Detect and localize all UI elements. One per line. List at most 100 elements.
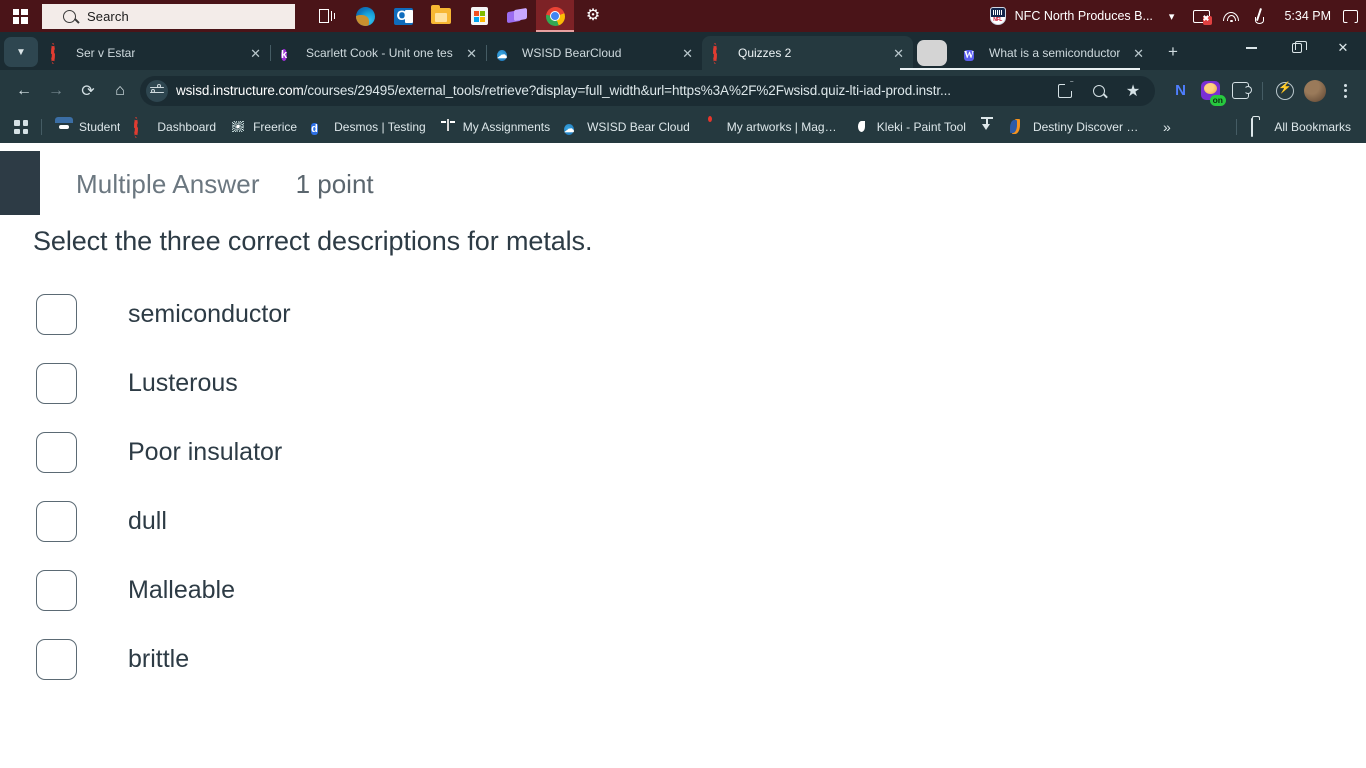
bookmark-apps-button[interactable]: [8, 114, 34, 140]
tab-close-icon[interactable]: ✕: [1129, 47, 1144, 60]
answer-label: brittle: [128, 644, 190, 673]
bookmark-label: Kleki - Paint Tool: [876, 120, 966, 134]
tab-close-icon[interactable]: ✕: [889, 47, 904, 60]
close-icon: ✕: [1337, 40, 1349, 55]
site-settings-icon[interactable]: [146, 79, 168, 102]
star-icon: ★: [1125, 82, 1141, 100]
taskbar-clock[interactable]: 5:34 PM: [1276, 9, 1339, 23]
answer-label: Malleable: [128, 575, 236, 604]
open-in-new-button[interactable]: [1049, 75, 1081, 107]
answer-choice-3[interactable]: dull: [36, 498, 1366, 544]
back-button[interactable]: ←: [8, 75, 40, 107]
browser-tab-1[interactable]: k Scarlett Cook - Unit one tes ✕: [270, 36, 486, 70]
browser-tab-4[interactable]: W What is a semiconductor? S ✕: [953, 36, 1153, 70]
browser-tab-2[interactable]: ☁ WSISD BearCloud ✕: [486, 36, 702, 70]
minimize-button[interactable]: [1228, 32, 1274, 64]
answer-checkbox[interactable]: [36, 500, 77, 542]
answer-checkbox[interactable]: [36, 431, 77, 473]
maximize-button[interactable]: [1274, 32, 1320, 64]
downloads-icon: [980, 117, 996, 135]
clipchamp-icon: [507, 7, 527, 24]
answer-checkbox[interactable]: [36, 362, 77, 404]
reload-button[interactable]: ⟳: [72, 75, 104, 107]
taskbar-news-title: NFC North Produces B...: [1014, 9, 1153, 23]
answer-choice-4[interactable]: Malleable: [36, 567, 1366, 613]
zoom-button[interactable]: [1083, 75, 1115, 107]
wifi-icon[interactable]: [1223, 10, 1240, 23]
profile-button[interactable]: [1302, 78, 1328, 104]
tab-close-icon[interactable]: ✕: [462, 47, 477, 60]
extensions-menu-button[interactable]: [1227, 78, 1253, 104]
task-view-button[interactable]: [308, 0, 346, 32]
monitor-disconnected-icon[interactable]: ✖: [1193, 9, 1213, 25]
bookmark-desmos[interactable]: d Desmos | Testing: [304, 116, 433, 138]
bookmarks-divider: [41, 119, 42, 135]
grammarly-extension-button[interactable]: on: [1197, 78, 1226, 106]
taskbar-settings-button[interactable]: ⚙: [574, 0, 612, 32]
tab-close-icon[interactable]: ✕: [678, 47, 693, 60]
taskbar-search-input[interactable]: Search: [42, 3, 295, 29]
nordvpn-extension-button[interactable]: N: [1167, 78, 1193, 104]
taskbar-clipchamp-button[interactable]: [498, 0, 536, 32]
taskbar-edge-button[interactable]: [346, 0, 384, 32]
honey-extension-button[interactable]: [1272, 78, 1298, 104]
forward-button[interactable]: →: [40, 75, 72, 107]
honey-extension-icon: [1276, 81, 1294, 100]
address-bar[interactable]: wsisd.instructure.com/courses/29495/exte…: [140, 75, 1155, 107]
answer-choice-2[interactable]: Poor insulator: [36, 429, 1366, 475]
student-icon: [56, 119, 72, 135]
bookmark-student[interactable]: Student: [49, 116, 127, 138]
close-window-button[interactable]: ✕: [1320, 32, 1366, 64]
tab-close-icon[interactable]: ✕: [246, 47, 261, 60]
bookmarks-overflow-button[interactable]: »: [1153, 116, 1181, 138]
toolbar-divider: [1262, 81, 1263, 100]
taskbar-app-icons: ⚙: [308, 0, 612, 32]
bookmark-wsisd-bear-cloud[interactable]: ☁ WSISD Bear Cloud: [557, 116, 697, 138]
taskbar-store-button[interactable]: [460, 0, 498, 32]
notification-icon[interactable]: [1343, 9, 1358, 28]
bookmark-dashboard[interactable]: Dashboard: [127, 116, 223, 138]
taskbar-news-widget[interactable]: NFC North Produces B...: [986, 7, 1159, 25]
bookmark-downloads[interactable]: [973, 116, 1003, 138]
canvas-icon: [713, 43, 729, 64]
question-points-label: 1 point: [295, 169, 374, 199]
taskbar-right-region: NFC North Produces B... ▾ ✖ 5:34 PM: [986, 0, 1366, 32]
bookmark-kleki[interactable]: Kleki - Paint Tool: [847, 116, 973, 138]
answer-choice-0[interactable]: semiconductor: [36, 291, 1366, 337]
file-explorer-icon: [431, 5, 451, 24]
start-button[interactable]: [0, 0, 40, 32]
answer-choice-1[interactable]: Lusterous: [36, 360, 1366, 406]
search-icon: [63, 9, 76, 23]
kami-icon: k: [281, 49, 288, 61]
tab-title: What is a semiconductor? S: [989, 46, 1121, 60]
tab-group-placeholder[interactable]: [917, 40, 947, 66]
taskbar-file-explorer-button[interactable]: [422, 0, 460, 32]
answer-checkbox[interactable]: [36, 293, 77, 335]
bookmark-label: Desmos | Testing: [334, 120, 426, 134]
all-bookmarks-button[interactable]: All Bookmarks: [1244, 116, 1358, 138]
tray-expand-button[interactable]: ▾: [1159, 10, 1185, 23]
chrome-menu-button[interactable]: [1332, 78, 1358, 104]
answer-choice-5[interactable]: brittle: [36, 636, 1366, 682]
bookmark-destiny-discover[interactable]: Destiny Discover Ho...: [1003, 116, 1153, 138]
answer-checkbox[interactable]: [36, 569, 77, 611]
bookmark-freerice[interactable]: Freerice: [223, 116, 304, 138]
bookmark-my-assignments[interactable]: My Assignments: [433, 116, 557, 138]
address-bar-url: wsisd.instructure.com/courses/29495/exte…: [176, 83, 1049, 98]
tab-search-button[interactable]: ▼: [4, 37, 38, 67]
forward-arrow-icon: →: [48, 81, 64, 99]
taskbar-chrome-button[interactable]: [536, 0, 574, 32]
browser-tab-3-active[interactable]: Quizzes 2 ✕: [702, 36, 913, 70]
bookmark-magma[interactable]: My artworks | Magma: [697, 116, 847, 138]
reload-icon: ⟳: [81, 82, 95, 100]
settings-gear-icon: ⚙: [585, 7, 601, 24]
home-button[interactable]: ⌂: [104, 75, 136, 107]
bookmark-star-button[interactable]: ★: [1117, 75, 1149, 107]
new-tab-button[interactable]: +: [1159, 38, 1187, 66]
nordvpn-extension-icon: N: [1175, 82, 1186, 99]
zoom-icon: [1093, 84, 1105, 97]
answer-checkbox[interactable]: [36, 638, 77, 680]
browser-tab-0[interactable]: Ser v Estar ✕: [40, 36, 270, 70]
pen-icon[interactable]: [1253, 8, 1267, 24]
taskbar-outlook-button[interactable]: [384, 0, 422, 32]
